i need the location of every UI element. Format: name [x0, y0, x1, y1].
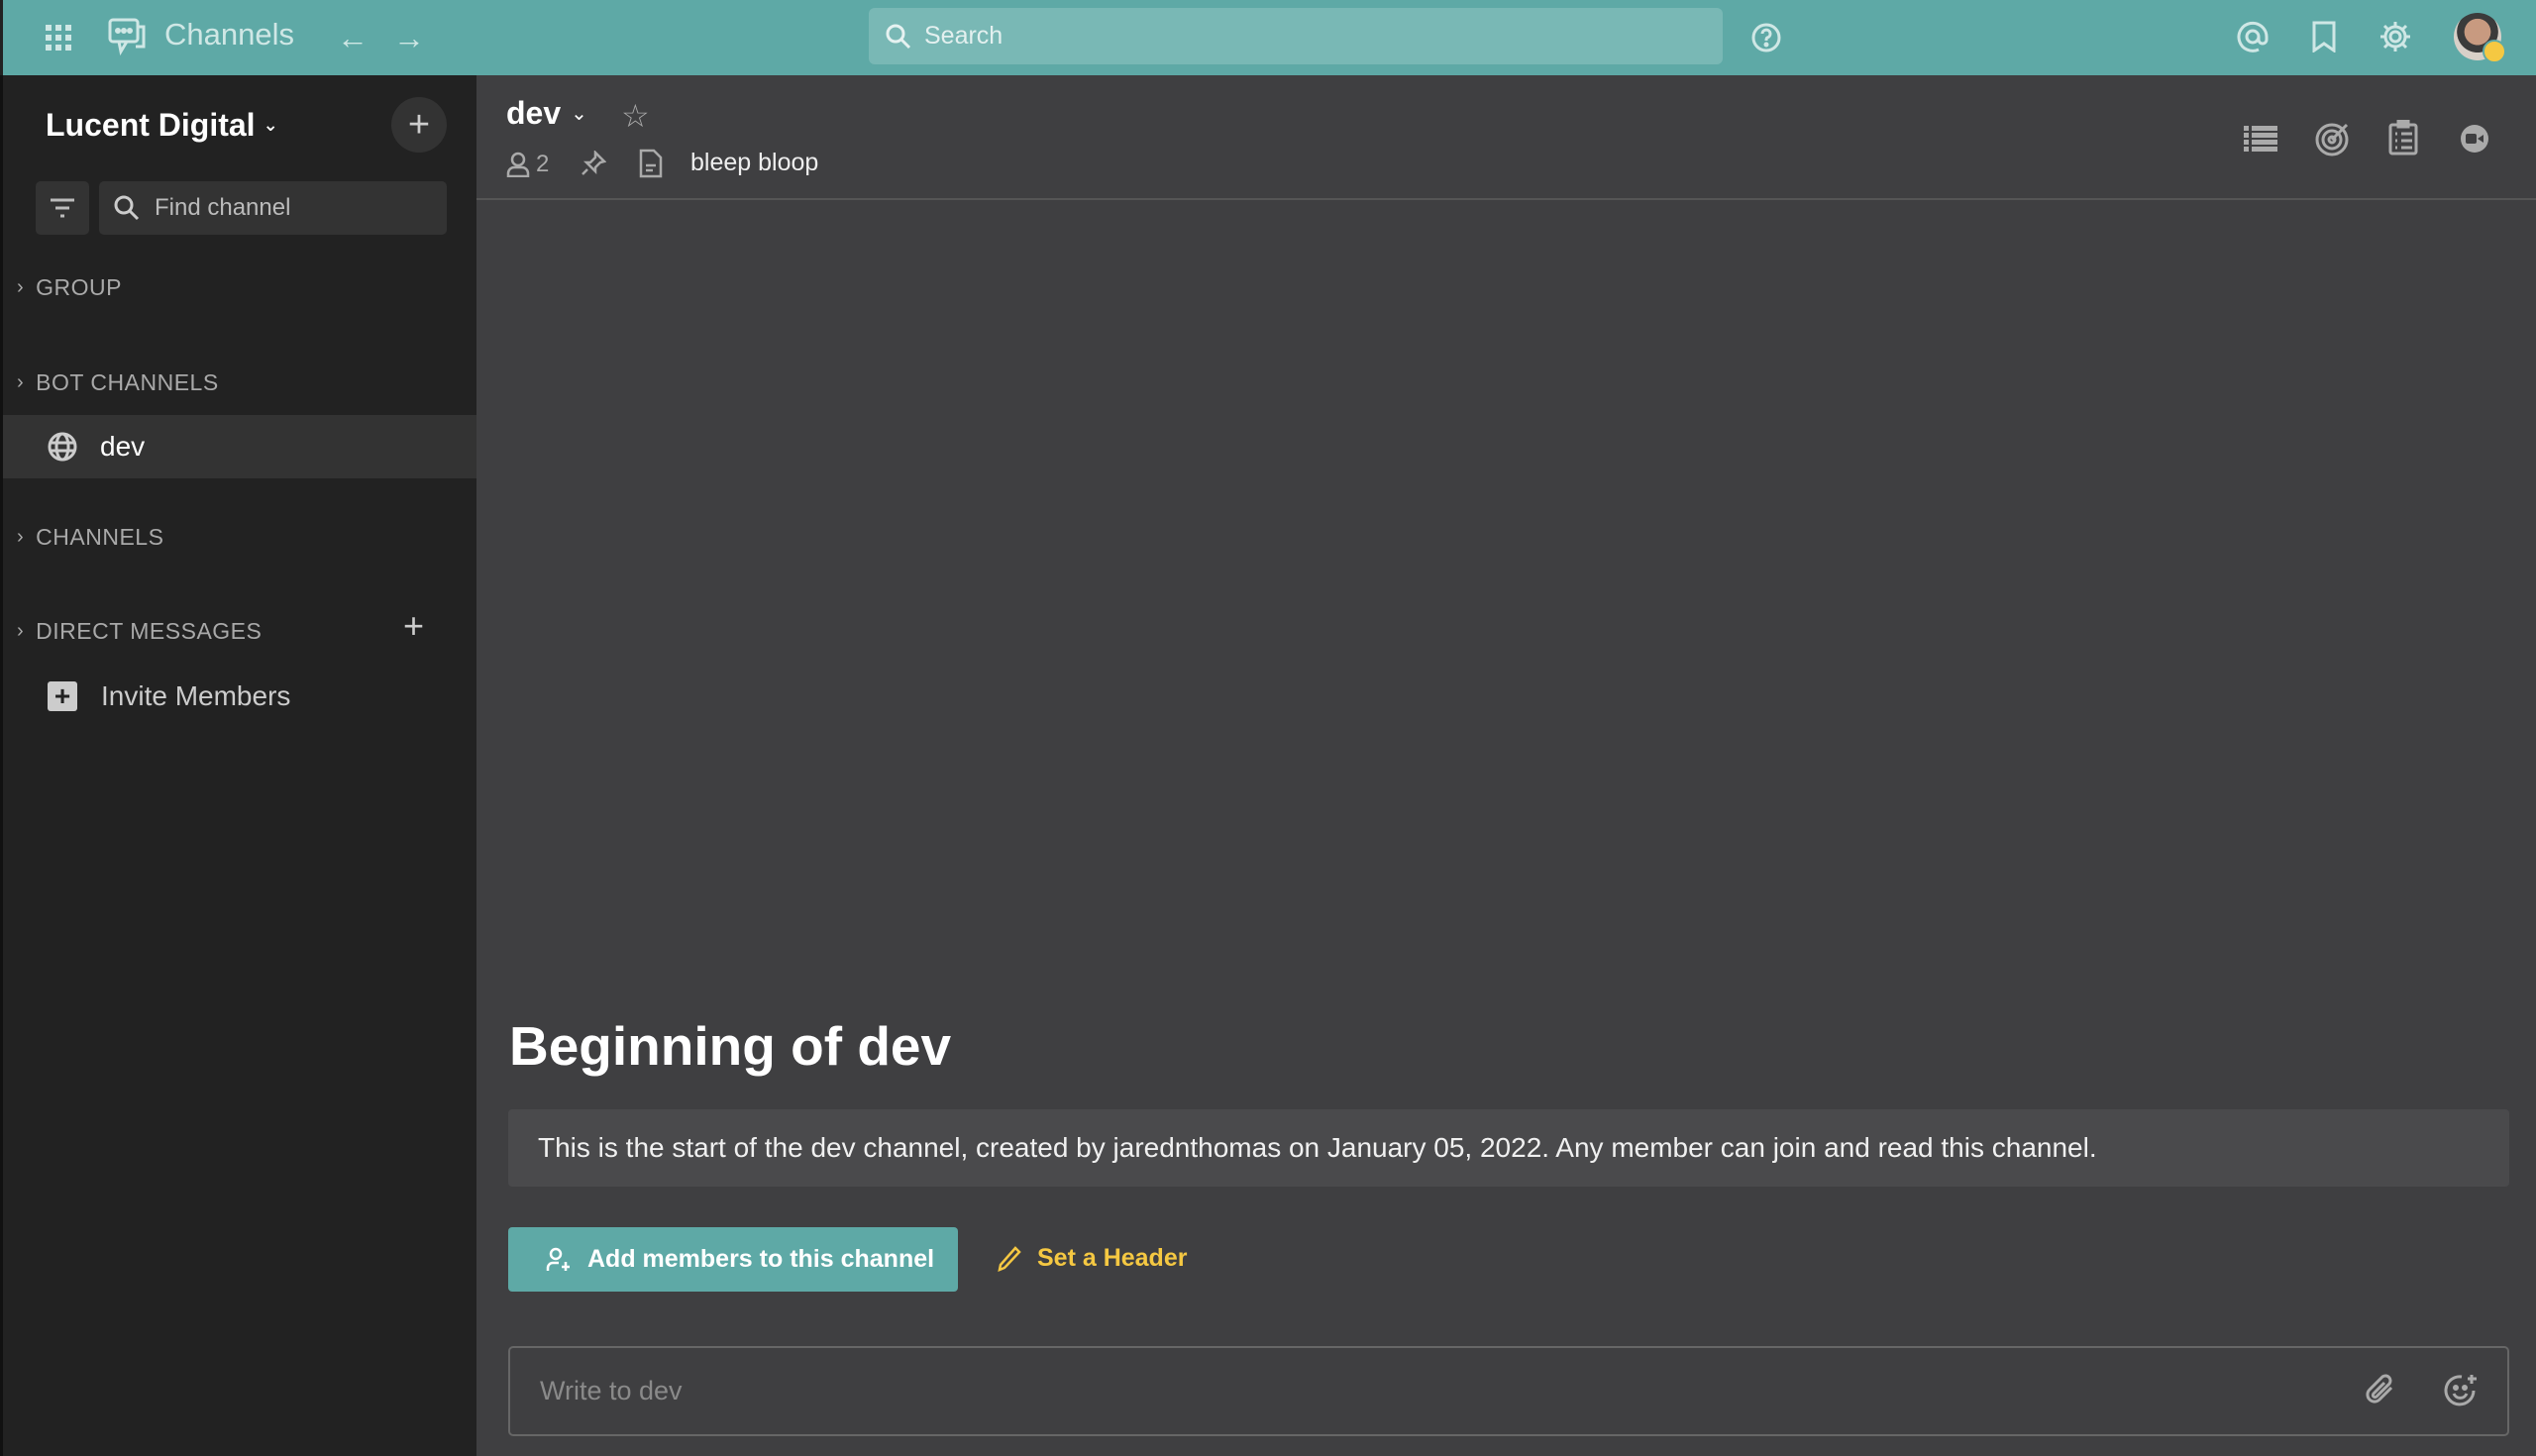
- channel-name-menu[interactable]: dev ⌄: [506, 95, 587, 132]
- find-channel-input[interactable]: Find channel: [99, 181, 447, 235]
- chevron-down-icon: ⌄: [571, 103, 587, 125]
- section-label: GROUP: [36, 274, 123, 300]
- add-member-icon: [546, 1247, 570, 1271]
- section-direct-messages[interactable]: › DIRECT MESSAGES: [17, 618, 262, 645]
- find-channel-placeholder: Find channel: [155, 194, 291, 221]
- pinned-messages-pin-icon[interactable]: [581, 151, 606, 176]
- search-input[interactable]: Search: [869, 8, 1723, 64]
- channel-info-list-icon[interactable]: [2244, 125, 2277, 153]
- add-members-label: Add members to this channel: [587, 1245, 935, 1273]
- search-icon: [886, 24, 911, 49]
- video-call-icon[interactable]: [2461, 125, 2488, 153]
- team-name-menu[interactable]: Lucent Digital ⌄: [46, 107, 278, 144]
- header-divider: [476, 198, 2536, 200]
- chevron-down-icon: ⌄: [263, 115, 278, 135]
- channel-files-icon[interactable]: [639, 149, 663, 178]
- channel-intro-description: This is the start of the dev channel, cr…: [508, 1109, 2509, 1187]
- section-label: BOT CHANNELS: [36, 369, 219, 395]
- top-bar: Channels ← → Search: [0, 0, 2536, 75]
- help-icon[interactable]: [1748, 20, 1784, 55]
- playbooks-target-icon[interactable]: [2315, 121, 2351, 156]
- channel-intro-title: Beginning of dev: [509, 1015, 952, 1077]
- filter-button[interactable]: [36, 181, 89, 235]
- channel-label: dev: [100, 431, 146, 462]
- channels-chat-icon: [106, 16, 150, 59]
- plus-box-icon: +: [48, 680, 77, 711]
- chevron-right-icon: ›: [17, 620, 25, 642]
- app-title: Channels: [164, 17, 294, 52]
- message-composer[interactable]: Write to dev: [508, 1346, 2509, 1436]
- app-grid-icon[interactable]: [43, 22, 74, 53]
- add-direct-message-button[interactable]: +: [403, 605, 424, 647]
- add-members-button[interactable]: Add members to this channel: [508, 1227, 958, 1292]
- settings-gear-icon[interactable]: [2377, 18, 2414, 55]
- chevron-right-icon: ›: [17, 276, 25, 298]
- search-icon: [114, 195, 140, 221]
- emoji-picker-icon[interactable]: [2444, 1373, 2478, 1406]
- section-label: DIRECT MESSAGES: [36, 618, 263, 644]
- away-status-clock-icon: [2483, 40, 2506, 63]
- attachment-paperclip-icon[interactable]: [2365, 1373, 2396, 1406]
- team-name: Lucent Digital: [46, 107, 256, 143]
- globe-icon: [48, 432, 77, 462]
- section-bot-channels[interactable]: › BOT CHANNELS: [17, 369, 219, 396]
- favorite-star-icon[interactable]: ☆: [621, 97, 650, 135]
- section-group[interactable]: › GROUP: [17, 274, 122, 301]
- chevron-right-icon: ›: [17, 526, 25, 548]
- search-placeholder: Search: [924, 22, 1004, 50]
- channel-view: dev ⌄ ☆ 2 bleep bloop Beginning of dev T…: [476, 75, 2536, 1456]
- add-channel-button[interactable]: +: [391, 97, 447, 153]
- invite-members-button[interactable]: + Invite Members: [48, 680, 290, 712]
- member-icon: [506, 152, 530, 177]
- member-count: 2: [536, 151, 550, 177]
- set-header-button[interactable]: Set a Header: [998, 1244, 1187, 1273]
- channel-header-text: bleep bloop: [690, 149, 819, 176]
- chevron-right-icon: ›: [17, 371, 25, 393]
- pencil-icon: [998, 1245, 1021, 1272]
- section-channels[interactable]: › CHANNELS: [17, 524, 163, 551]
- back-arrow-icon[interactable]: ←: [335, 20, 370, 55]
- plus-icon: +: [407, 103, 431, 146]
- set-header-label: Set a Header: [1037, 1244, 1188, 1272]
- channel-title: dev: [506, 95, 562, 131]
- sidebar: Lucent Digital ⌄ + Find channel › GROUP ›…: [0, 75, 476, 1456]
- forward-arrow-icon[interactable]: →: [391, 20, 427, 55]
- mentions-at-icon[interactable]: [2234, 18, 2272, 55]
- saved-bookmark-icon[interactable]: [2305, 18, 2343, 55]
- member-count-button[interactable]: 2: [506, 151, 549, 178]
- filter-icon: [51, 198, 74, 218]
- sidebar-item-dev[interactable]: dev: [3, 415, 476, 478]
- boards-clipboard-icon[interactable]: [2388, 120, 2418, 156]
- section-label: CHANNELS: [36, 524, 164, 550]
- invite-members-label: Invite Members: [101, 680, 291, 711]
- composer-placeholder: Write to dev: [540, 1376, 683, 1405]
